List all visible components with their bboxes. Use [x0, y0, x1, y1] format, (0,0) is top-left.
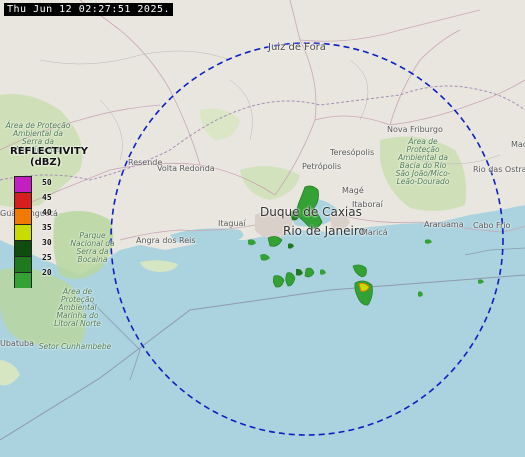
label-parque-serra-bocaina: Parque Nacional da Serra da Bocaina — [70, 231, 115, 264]
label-araruama: Araruama — [424, 220, 464, 229]
label-volta-redonda: Volta Redonda — [157, 164, 215, 173]
legend-value: 45 — [42, 193, 52, 202]
timestamp: Thu Jun 12 02:27:51 2025. — [4, 3, 174, 16]
protected-area-north — [200, 108, 240, 140]
legend-scale: 50 45 40 35 30 25 20 — [14, 176, 52, 288]
legend-value: 30 — [42, 238, 52, 247]
label-teresopolis: Teresópolis — [330, 148, 375, 157]
reflectivity-legend: REFLECTIVITY (dBZ) 50 45 40 35 30 25 20 — [10, 146, 90, 288]
legend-swatch-40 — [14, 208, 32, 224]
label-area-protecao-sw: Área de Proteção Ambiental Marinha do Li… — [54, 287, 101, 328]
legend-swatch-25 — [14, 256, 32, 272]
legend-swatch-35 — [14, 224, 32, 240]
label-petropolis: Petrópolis — [302, 162, 342, 171]
legend-swatch-30 — [14, 240, 32, 256]
radar-map[interactable]: Juiz de Fora Nova Friburgo Teresópolis P… — [0, 0, 525, 457]
legend-value: 20 — [42, 268, 52, 277]
label-angra-dos-reis: Angra dos Reis — [136, 236, 196, 245]
legend-swatch-45 — [14, 192, 32, 208]
legend-value: 50 — [42, 178, 52, 187]
legend-value: 40 — [42, 208, 52, 217]
label-mac: Mac — [511, 140, 525, 149]
label-juiz-de-fora: Juiz de Fora — [268, 42, 326, 53]
label-mage: Magé — [342, 186, 364, 195]
label-ubatuba: Ubatuba — [0, 339, 35, 348]
legend-value: 35 — [42, 223, 52, 232]
label-itaborai: Itaboraí — [352, 200, 383, 209]
label-area-protecao-ne: Área de Proteção Ambiental da Bacia do R… — [395, 137, 451, 186]
legend-unit: (dBZ) — [30, 157, 62, 168]
label-duque-de-caxias: Duque de Caxias — [260, 205, 362, 219]
label-cabo-frio: Cabo Frio — [473, 221, 511, 230]
legend-swatch-20 — [14, 272, 32, 288]
label-itaguai: Itaguaí — [218, 219, 246, 228]
label-marica: Maricá — [361, 228, 388, 237]
label-rio-das-ostras: Rio das Ostras — [473, 165, 525, 174]
legend-value: 25 — [42, 253, 52, 262]
label-resende: Resende — [128, 158, 163, 167]
label-setor-cunhambebe: Setor Cunhambebe — [38, 342, 112, 351]
legend-title: REFLECTIVITY — [10, 146, 88, 157]
label-rio-de-janeiro: Rio de Janeiro — [283, 224, 366, 238]
legend-swatch-50 — [14, 176, 32, 192]
label-nova-friburgo: Nova Friburgo — [387, 125, 443, 134]
